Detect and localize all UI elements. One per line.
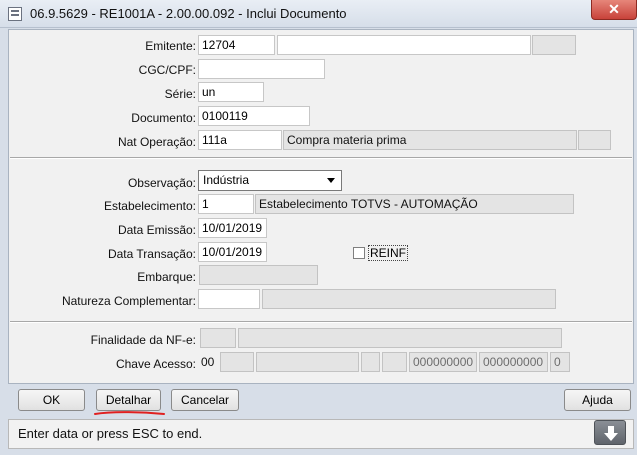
estabelecimento-desc: Estabelecimento TOTVS - AUTOMAÇÃO	[255, 194, 574, 214]
nat-operacao-input[interactable]: 111a	[198, 130, 282, 150]
estabelecimento-input[interactable]: 1	[198, 194, 254, 214]
natureza-complementar-input[interactable]	[198, 289, 260, 309]
serie-input[interactable]: un	[198, 82, 264, 102]
emitente-label: Emitente:	[145, 39, 196, 53]
chave-acesso-numero2: 000000000	[479, 352, 548, 372]
cancelar-button[interactable]: Cancelar	[171, 389, 239, 411]
red-annotation-underline	[94, 411, 165, 415]
window-title: 06.9.5629 - RE1001A - 2.00.00.092 - Incl…	[30, 6, 347, 21]
chave-acesso-label: Chave Acesso:	[115, 357, 196, 371]
finalidade-nfe-label: Finalidade da NF-e:	[90, 333, 196, 347]
serie-label: Série:	[164, 87, 196, 101]
data-emissao-label: Data Emissão:	[117, 223, 196, 237]
chave-acesso-dv: 0	[550, 352, 570, 372]
observacao-label: Observação:	[127, 176, 196, 190]
ajuda-button[interactable]: Ajuda	[564, 389, 631, 411]
embarque-field	[199, 265, 318, 285]
chevron-down-icon	[327, 178, 335, 183]
nat-operacao-extra-field	[578, 130, 611, 150]
detalhar-button[interactable]: Detalhar	[96, 389, 161, 411]
section-divider	[10, 321, 632, 323]
cgc-cpf-label: CGC/CPF:	[138, 63, 196, 77]
reinf-label[interactable]: REINF	[368, 245, 408, 261]
chave-acesso-part	[220, 352, 254, 372]
chave-acesso-part	[361, 352, 380, 372]
emitente-extra-field	[532, 35, 576, 55]
finalidade-nfe-desc	[238, 328, 562, 348]
nat-operacao-desc: Compra materia prima	[283, 130, 577, 150]
cgc-cpf-input[interactable]	[198, 59, 325, 79]
chave-acesso-part	[256, 352, 359, 372]
emitente-input[interactable]: 12704	[198, 35, 275, 55]
observacao-selected-value: Indústria	[203, 173, 250, 187]
natureza-complementar-desc	[262, 289, 556, 309]
nat-operacao-label: Nat Operação:	[117, 135, 196, 149]
section-divider	[10, 157, 632, 159]
estabelecimento-label: Estabelecimento:	[103, 199, 196, 213]
observacao-select[interactable]: Indústria	[198, 170, 342, 191]
status-message: Enter data or press ESC to end.	[18, 426, 203, 441]
emitente-name-field	[277, 35, 531, 55]
close-button[interactable]: ✕	[591, 0, 637, 20]
natureza-complementar-label: Natureza Complementar:	[61, 294, 196, 308]
data-emissao-input[interactable]: 10/01/2019	[198, 218, 267, 238]
embarque-label: Embarque:	[137, 270, 196, 284]
documento-input[interactable]: 0100119	[198, 106, 310, 126]
arrow-down-icon	[604, 426, 618, 441]
chave-acesso-uf: 00	[199, 352, 219, 372]
chave-acesso-part	[382, 352, 407, 372]
app-icon	[8, 7, 22, 21]
finalidade-nfe-code	[200, 328, 236, 348]
data-transacao-input[interactable]: 10/01/2019	[198, 242, 267, 262]
reinf-checkbox[interactable]	[353, 247, 365, 259]
download-button[interactable]	[594, 420, 626, 445]
data-transacao-label: Data Transação:	[107, 247, 196, 261]
ok-button[interactable]: OK	[18, 389, 85, 411]
documento-label: Documento:	[131, 111, 196, 125]
chave-acesso-numero1: 000000000	[409, 352, 477, 372]
